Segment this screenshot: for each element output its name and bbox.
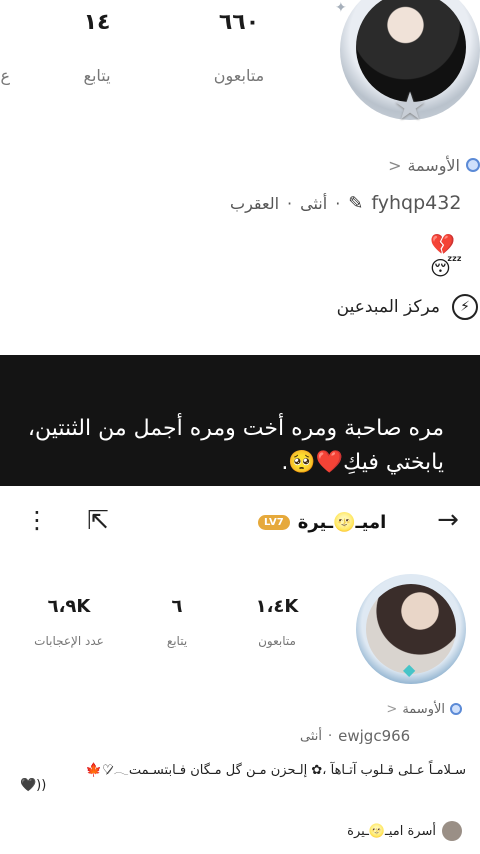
info-row-2: أنثى · ewjgc966	[300, 726, 410, 746]
info-row: العقرب · أنثى · ✎ fyhqp432	[230, 190, 461, 216]
sparkle-icon: ✦	[335, 0, 347, 16]
username-text-2[interactable]: ewjgc966	[338, 727, 410, 745]
badge-icon	[466, 158, 480, 172]
following-count: ١٤	[83, 10, 111, 35]
badges-link-2[interactable]: الأوسمة	[402, 702, 445, 717]
family-row[interactable]: أسرة اميـ🌝ـيرة	[347, 820, 462, 842]
star-badge-icon: ★	[393, 84, 428, 128]
following-label-2[interactable]: يتابع	[122, 634, 232, 648]
following-label[interactable]: يتابع	[42, 66, 152, 85]
likes-count: ٦،٩K	[47, 596, 91, 617]
gender-label-2: أنثى	[300, 728, 322, 744]
followers-label-2[interactable]: متابعون	[222, 634, 332, 648]
username-text[interactable]: fyhqp432	[371, 192, 461, 214]
likes-label[interactable]: عدد الإعجابات	[14, 634, 124, 648]
profile-name-row: LV7 اميـ🌝ـيرة	[258, 508, 386, 536]
following-count-2: ٦	[171, 596, 183, 617]
family-label: أسرة اميـ🌝ـيرة	[347, 823, 436, 839]
badges-row[interactable]: الأوسمة <	[388, 154, 480, 176]
chevron-icon: <	[386, 701, 398, 717]
lightning-icon: ⚡	[452, 294, 478, 320]
level-badge: LV7	[258, 514, 290, 530]
creator-center-label: مركز المبدعين	[336, 297, 440, 317]
diamond-icon: ◆	[403, 660, 416, 679]
gender-label: أنثى	[300, 193, 328, 213]
badges-link[interactable]: الأوسمة	[407, 156, 460, 175]
likes-label-partial[interactable]: ع	[0, 66, 10, 85]
bio-line-1: سـلامـاً عـلى قـلوب آتـاهآ ،‏⁦✿⁩ إلـحزن …	[85, 763, 466, 778]
followers-count-2: ١،٤K	[255, 596, 299, 617]
status-emojis: 💔😴	[430, 232, 463, 280]
display-name: اميـ🌝ـيرة	[297, 511, 387, 533]
followers-count: ٦٦٠	[218, 10, 260, 35]
share-icon[interactable]: ⇱	[80, 506, 116, 542]
badges-row-2[interactable]: الأوسمة <	[386, 700, 462, 718]
arrow-left-icon[interactable]: →	[430, 505, 466, 541]
family-avatar	[442, 821, 462, 841]
zodiac-label: العقرب	[230, 193, 280, 213]
chevron-icon: <	[388, 155, 402, 175]
separator-dot: ·	[328, 728, 333, 744]
followers-label[interactable]: متابعون	[184, 66, 294, 85]
edit-icon[interactable]: ✎	[348, 193, 363, 214]
separator-dot: ·	[335, 193, 341, 213]
badge-icon	[450, 703, 462, 715]
separator-dot: ·	[287, 193, 293, 213]
caption-text: مره صاحبة ومره أخت ومره أجمل من الثنتين،…	[27, 416, 444, 475]
bio-line-2: ((🖤	[20, 778, 47, 793]
more-vertical-icon[interactable]: ⋮	[22, 506, 52, 542]
creator-center-row[interactable]: ⚡ مركز المبدعين	[0, 290, 480, 326]
